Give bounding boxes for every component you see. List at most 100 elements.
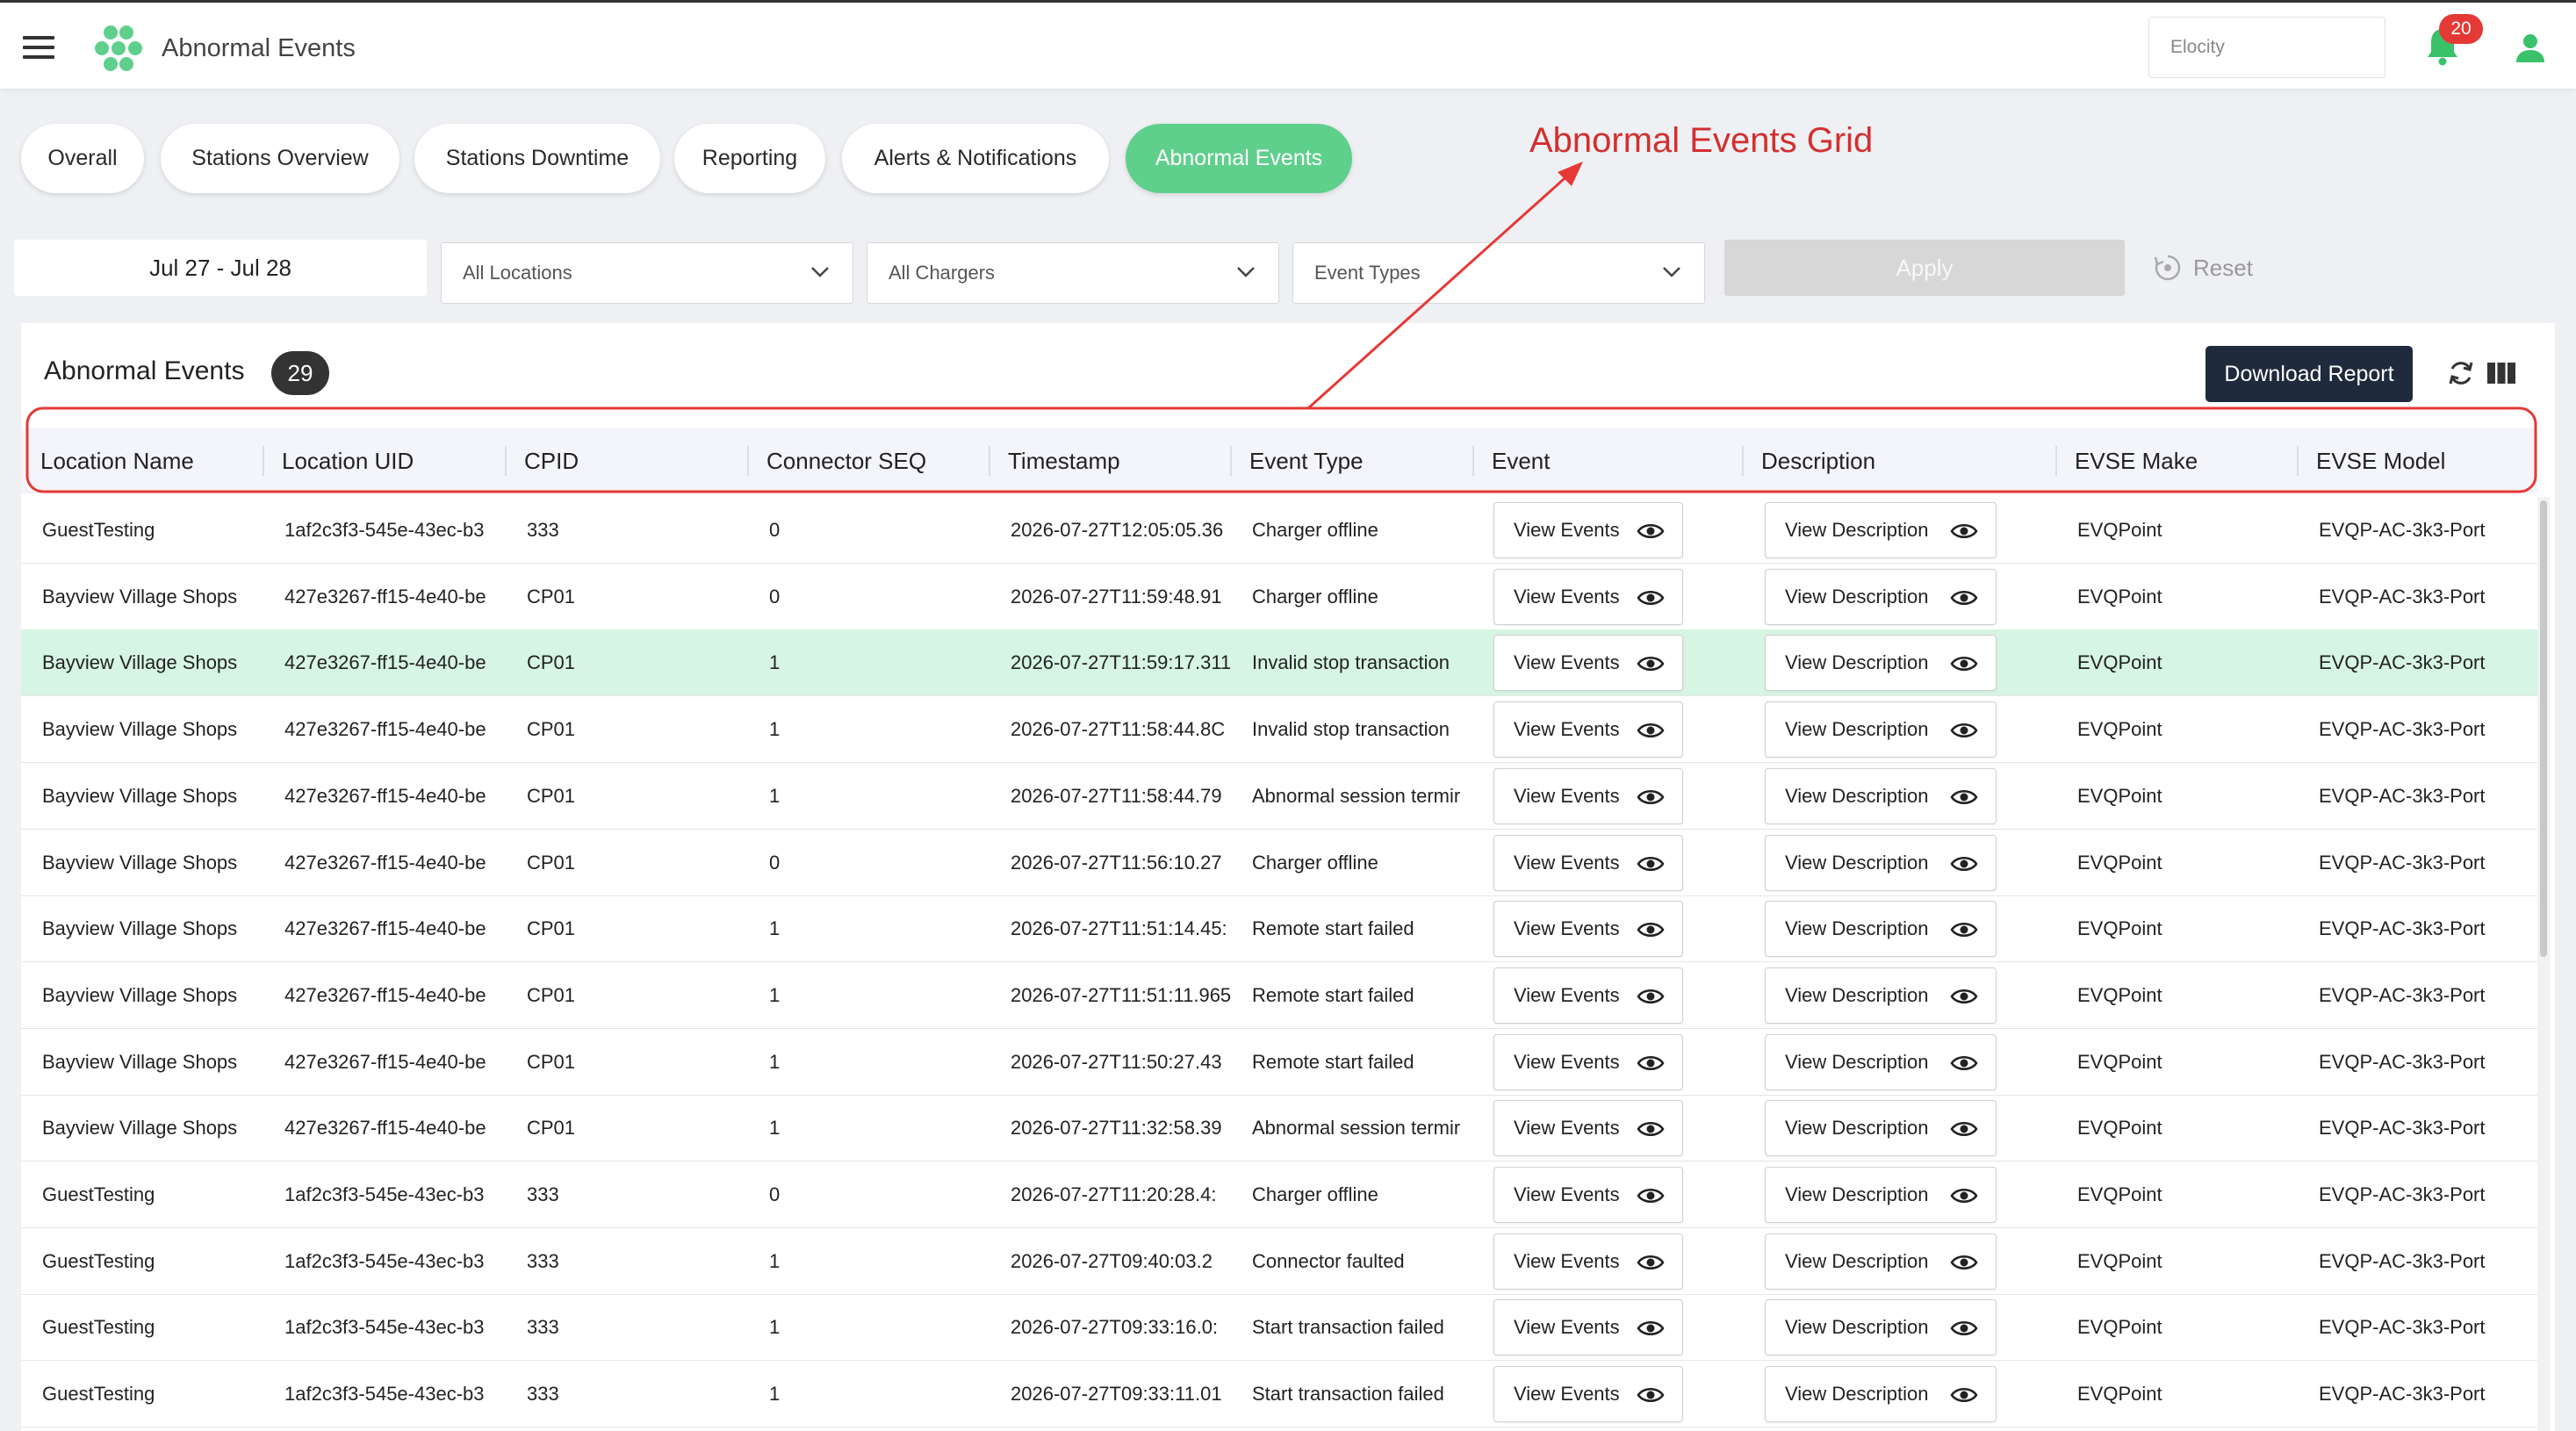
cell-cpid: CP01 — [527, 1051, 576, 1073]
cell-connector-seq: 0 — [769, 1183, 781, 1205]
view-events-button[interactable]: View Events — [1493, 1167, 1683, 1223]
cell-cpid: 333 — [527, 1183, 559, 1205]
column-header-location-uid[interactable]: Location UID — [263, 428, 414, 493]
column-separator[interactable] — [747, 446, 749, 476]
apply-button[interactable]: Apply — [1724, 240, 2125, 296]
column-header-cpid[interactable]: CPID — [505, 428, 579, 493]
table-row[interactable]: Bayview Village Shops 427e3267-ff15-4e40-… — [21, 895, 2537, 962]
view-events-button[interactable]: View Events — [1493, 502, 1683, 558]
event-types-dropdown[interactable]: Event Types — [1292, 242, 1705, 304]
table-row[interactable]: Bayview Village Shops 427e3267-ff15-4e40-… — [21, 763, 2537, 830]
view-events-button[interactable]: View Events — [1493, 1299, 1683, 1355]
column-header-evse-make[interactable]: EVSE Make — [2055, 428, 2198, 493]
tab-abnormal-events[interactable]: Abnormal Events — [1126, 124, 1352, 193]
cell-timestamp: 2026-07-27T09:33:16.0: — [1011, 1316, 1219, 1338]
page-title: Abnormal Events — [162, 34, 356, 62]
view-description-button[interactable]: View Description — [1765, 1167, 1997, 1223]
tab-alerts-notifications[interactable]: Alerts & Notifications — [842, 124, 1109, 193]
view-events-button[interactable]: View Events — [1493, 1100, 1683, 1156]
table-row[interactable]: GuestTesting 1af2c3f3-545e-43ec-b3 333 1 202… — [21, 1361, 2537, 1427]
cell-evse-model: EVQP-AC-3k3-Port — [2319, 1383, 2486, 1405]
tab-overall[interactable]: Overall — [21, 124, 144, 193]
column-header-connector-seq[interactable]: Connector SEQ — [747, 428, 926, 493]
column-separator[interactable] — [263, 446, 264, 476]
tab-stations-overview[interactable]: Stations Overview — [161, 124, 399, 193]
eye-icon — [1950, 1388, 1978, 1402]
view-description-button[interactable]: View Description — [1765, 502, 1997, 558]
menu-icon[interactable] — [23, 36, 54, 59]
view-events-button[interactable]: View Events — [1493, 1233, 1683, 1290]
table-row[interactable]: Bayview Village Shops 427e3267-ff15-4e40-… — [21, 564, 2537, 630]
eye-icon — [1637, 1122, 1665, 1136]
column-header-location-name[interactable]: Location Name — [21, 428, 194, 493]
table-row[interactable]: Bayview Village Shops 427e3267-ff15-4e40-… — [21, 696, 2537, 763]
view-description-button[interactable]: View Description — [1765, 1100, 1997, 1156]
column-separator[interactable] — [2055, 446, 2057, 476]
column-header-description[interactable]: Description — [1742, 428, 1875, 493]
table-row[interactable]: Bayview Village Shops 427e3267-ff15-4e40-… — [21, 1095, 2537, 1161]
user-icon[interactable] — [2513, 31, 2548, 66]
locations-dropdown[interactable]: All Locations — [441, 242, 853, 304]
cell-connector-seq: 1 — [769, 1316, 781, 1338]
grid-scroll-thumb[interactable] — [2540, 500, 2547, 957]
view-description-button[interactable]: View Description — [1765, 835, 1997, 891]
reset-button[interactable]: Reset — [2153, 249, 2253, 286]
organization-select[interactable]: Elocity — [2148, 17, 2385, 78]
tab-stations-downtime[interactable]: Stations Downtime — [414, 124, 660, 193]
table-row[interactable]: GuestTesting 1af2c3f3-545e-43ec-b3 333 1 202… — [21, 1228, 2537, 1295]
column-separator[interactable] — [1230, 446, 1232, 476]
column-separator[interactable] — [2297, 446, 2299, 476]
view-description-button[interactable]: View Description — [1765, 768, 1997, 824]
view-description-button[interactable]: View Description — [1765, 1034, 1997, 1090]
tab-reporting[interactable]: Reporting — [674, 124, 825, 193]
eye-icon — [1637, 723, 1665, 737]
view-events-button[interactable]: View Events — [1493, 835, 1683, 891]
download-report-button[interactable]: Download Report — [2205, 346, 2413, 402]
table-row[interactable]: GuestTesting 1af2c3f3-545e-43ec-b3 333 0 202… — [21, 497, 2537, 564]
view-description-button[interactable]: View Description — [1765, 901, 1997, 957]
view-description-button[interactable]: View Description — [1765, 1366, 1997, 1422]
view-events-button[interactable]: View Events — [1493, 901, 1683, 957]
column-separator[interactable] — [989, 446, 990, 476]
table-row[interactable]: Bayview Village Shops 427e3267-ff15-4e40-… — [21, 962, 2537, 1029]
column-header-event-type[interactable]: Event Type — [1230, 428, 1364, 493]
view-events-button[interactable]: View Events — [1493, 967, 1683, 1024]
view-description-button[interactable]: View Description — [1765, 569, 1997, 625]
view-description-button[interactable]: View Description — [1765, 1299, 1997, 1355]
view-description-button[interactable]: View Description — [1765, 701, 1997, 758]
date-range-picker[interactable]: Jul 27 - Jul 28 — [14, 240, 427, 296]
view-description-button[interactable]: View Description — [1765, 635, 1997, 691]
cell-event-type: Remote start failed — [1252, 1051, 1414, 1073]
view-events-button[interactable]: View Events — [1493, 569, 1683, 625]
column-separator[interactable] — [505, 446, 507, 476]
view-description-button[interactable]: View Description — [1765, 967, 1997, 1024]
view-events-button[interactable]: View Events — [1493, 701, 1683, 758]
view-description-label: View Description — [1785, 519, 1929, 541]
chargers-dropdown[interactable]: All Chargers — [867, 242, 1279, 304]
table-row[interactable]: GuestTesting 1af2c3f3-545e-43ec-b3 333 0 202… — [21, 1161, 2537, 1228]
eye-icon — [1950, 857, 1978, 871]
refresh-icon[interactable] — [2446, 358, 2476, 388]
view-events-button[interactable]: View Events — [1493, 635, 1683, 691]
cell-timestamp: 2026-07-27T11:50:27.43 — [1011, 1051, 1222, 1073]
table-row[interactable]: Bayview Village Shops 427e3267-ff15-4e40-… — [21, 1029, 2537, 1096]
column-header-evse-model[interactable]: EVSE Model — [2297, 428, 2445, 493]
column-separator[interactable] — [1742, 446, 1744, 476]
eye-icon — [1637, 657, 1665, 671]
view-events-button[interactable]: View Events — [1493, 1034, 1683, 1090]
cell-location-name: GuestTesting — [42, 1383, 155, 1405]
table-row[interactable]: Bayview Village Shops 427e3267-ff15-4e40-… — [21, 629, 2537, 696]
table-row[interactable]: GuestTesting 1af2c3f3-545e-43ec-b3 333 1 202… — [21, 1294, 2537, 1361]
view-events-button[interactable]: View Events — [1493, 768, 1683, 824]
cell-evse-model: EVQP-AC-3k3-Port — [2319, 519, 2486, 541]
column-header-event[interactable]: Event — [1472, 428, 1551, 493]
column-header-timestamp[interactable]: Timestamp — [989, 428, 1120, 493]
cell-timestamp: 2026-07-27T09:40:03.2 — [1011, 1250, 1212, 1272]
columns-icon[interactable] — [2486, 360, 2516, 386]
column-separator[interactable] — [1472, 446, 1474, 476]
view-description-button[interactable]: View Description — [1765, 1233, 1997, 1290]
view-events-button[interactable]: View Events — [1493, 1366, 1683, 1422]
view-events-label: View Events — [1514, 852, 1620, 874]
table-row[interactable]: Bayview Village Shops 427e3267-ff15-4e40-… — [21, 830, 2537, 896]
cell-location-name: GuestTesting — [42, 1183, 155, 1205]
